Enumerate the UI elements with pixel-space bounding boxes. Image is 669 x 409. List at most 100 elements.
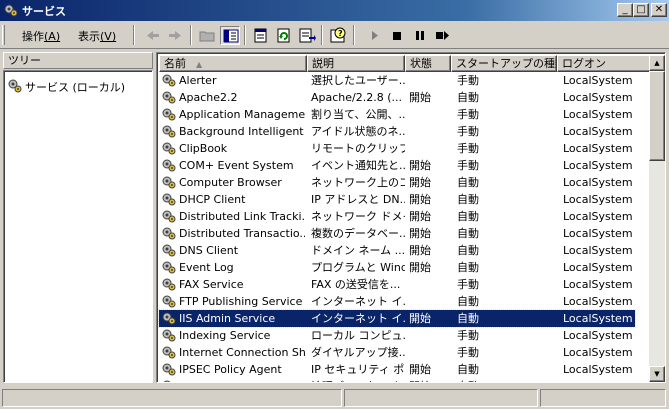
menu-grip [2, 25, 5, 45]
help-button[interactable]: ? [328, 26, 348, 45]
maximize-button[interactable]: □ [633, 3, 649, 17]
column-logon-label: ログオン [562, 57, 606, 70]
refresh-button[interactable] [274, 26, 294, 45]
service-logon: LocalSystem [563, 125, 633, 138]
service-row[interactable]: Alerter 選択したユーザー... 手動 LocalSystem [159, 72, 635, 89]
pause-service-button[interactable] [410, 26, 430, 45]
service-gear-icon [162, 278, 176, 291]
service-description: ダイヤルアップ接... [311, 346, 405, 359]
service-logon: LocalSystem [563, 193, 633, 206]
service-row[interactable]: IPSEC Policy Agent IP セキュリティ ポ... 開始 自動 Loca… [159, 361, 635, 378]
scroll-thumb[interactable] [649, 71, 665, 161]
service-row[interactable]: IIS Admin Service インターネット イ... 開始 自動 LocalSy… [158, 309, 636, 328]
minimize-button[interactable]: _ [617, 3, 633, 17]
service-row[interactable]: Internet Connection Sh... ダイヤルアップ接... 手動 Lo… [159, 344, 635, 361]
menu-action[interactable]: 操作(A) [20, 28, 62, 44]
column-header-status[interactable]: 状態 [405, 55, 451, 72]
vertical-scrollbar[interactable]: ▲ ▼ [649, 55, 665, 382]
service-name: Distributed Transactio... [179, 227, 305, 240]
scroll-down-button[interactable]: ▼ [649, 366, 665, 382]
service-logon: LocalSystem [563, 210, 633, 223]
tree-header: ツリー [3, 52, 153, 69]
service-logon: LocalSystem [563, 176, 633, 189]
service-logon: LocalSystem [563, 74, 633, 87]
close-button[interactable]: ✕ [651, 3, 667, 17]
service-startup-type: 手動 [457, 125, 479, 138]
service-row[interactable]: DNS Client ドメイン ネーム ... 開始 自動 LocalSystem [159, 242, 635, 259]
service-startup-type: 手動 [457, 74, 479, 87]
service-logon: LocalSystem [563, 363, 633, 376]
column-header-logon[interactable]: ログオン [557, 55, 651, 72]
show-hide-tree-button[interactable] [220, 26, 240, 45]
service-name: COM+ Event System [179, 159, 294, 172]
service-row[interactable]: Distributed Link Tracki... ネットワーク ドメイ... 開… [159, 208, 635, 225]
service-row[interactable]: Application Manageme... 割り当て、公開、... 手動 Loca… [159, 106, 635, 123]
service-row[interactable]: Background Intelligent ... アイドル状態のネ... 手動 L… [159, 123, 635, 140]
column-header-name[interactable]: 名前 ▲ [159, 55, 307, 72]
column-name-label: 名前 [164, 57, 186, 70]
services-gear-icon [8, 79, 22, 93]
service-description: 論理ディスク マネ... [311, 380, 405, 382]
show-hide-tree-icon [223, 29, 239, 43]
service-status [409, 108, 449, 122]
service-description: ドメイン ネーム ... [311, 244, 405, 257]
menu-action-accel: (A) [44, 30, 61, 43]
service-logon: LocalSystem [563, 142, 633, 155]
service-row[interactable]: COM+ Event System イベント通知先と... 開始 手動 LocalSys… [159, 157, 635, 174]
pause-icon [416, 31, 424, 40]
list-header: 名前 ▲ 説明 状態 スタートアップの種類 ログオン [159, 55, 651, 72]
service-startup-type: 手動 [457, 346, 479, 359]
service-row[interactable]: FAX Service FAX の送受信を... 手動 LocalSystem [159, 276, 635, 293]
column-header-description[interactable]: 説明 [307, 55, 405, 72]
column-header-startup[interactable]: スタートアップの種類 [451, 55, 557, 72]
service-row[interactable]: FTP Publishing Service インターネット イ... 自動 Loca… [159, 293, 635, 310]
service-name: Background Intelligent ... [179, 125, 305, 138]
service-status: 開始 [409, 227, 431, 240]
service-startup-type: 手動 [457, 278, 479, 291]
export-list-button[interactable] [297, 26, 317, 45]
scroll-up-button[interactable]: ▲ [649, 55, 665, 71]
toolbar-separator [244, 25, 246, 45]
service-logon: LocalSystem [563, 91, 633, 104]
status-bar [0, 386, 669, 409]
services-list: 名前 ▲ 説明 状態 スタートアップの種類 ログオン Alerter 選択したユーザ… [156, 52, 666, 383]
up-folder-button[interactable] [197, 26, 217, 45]
restart-service-button[interactable] [432, 26, 452, 45]
column-description-label: 説明 [312, 57, 334, 70]
service-row[interactable]: ClipBook リモートのクリップ... 手動 LocalSystem [159, 140, 635, 157]
service-description: FAX の送受信を... [311, 278, 401, 291]
service-row[interactable]: Apache2.2 Apache/2.2.8 (... 開始 自動 LocalSyste… [159, 89, 635, 106]
service-logon: LocalSystem [563, 346, 633, 359]
service-description: ネットワーク上のコ... [311, 176, 405, 189]
service-description: リモートのクリップ... [311, 142, 405, 155]
service-row[interactable]: Event Log プログラムと Wind... 開始 自動 LocalSystem [159, 259, 635, 276]
forward-button[interactable] [165, 26, 185, 45]
properties-button[interactable] [251, 26, 271, 45]
stop-service-button[interactable] [387, 26, 407, 45]
service-status: 開始 [409, 261, 431, 274]
start-service-button[interactable] [365, 26, 385, 45]
service-gear-icon [162, 159, 176, 172]
service-gear-icon [162, 193, 176, 206]
service-logon: LocalSystem [563, 295, 633, 308]
service-row[interactable]: Logical Disk Manager論理ディスク マネ...開始自動Loca… [159, 378, 635, 382]
service-gear-icon [163, 380, 171, 382]
service-row[interactable]: Computer Browser ネットワーク上のコ... 開始 自動 LocalSys… [159, 174, 635, 191]
toolbar-separator [190, 25, 192, 45]
service-row[interactable]: DHCP Client IP アドレスと DN... 開始 自動 LocalSystem [159, 191, 635, 208]
toolbar-separator [321, 25, 323, 45]
service-row[interactable]: Indexing Service ローカル コンピュ... 手動 LocalSyste… [159, 327, 635, 344]
service-row[interactable]: Distributed Transactio... 複数のデータベー... 開始 自動… [159, 225, 635, 242]
service-status: 開始 [409, 210, 431, 223]
title-bar: サービス _ □ ✕ [0, 0, 669, 21]
service-startup-type: 自動 [457, 210, 479, 223]
service-startup-type: 手動 [457, 108, 479, 121]
back-icon [147, 31, 159, 40]
service-startup-type: 自動 [457, 261, 479, 274]
service-name: ClipBook [179, 142, 228, 155]
back-button[interactable] [143, 26, 163, 45]
menu-view[interactable]: 表示(V) [76, 28, 118, 44]
service-startup-type: 自動 [457, 193, 479, 206]
service-description: アイドル状態のネ... [311, 125, 405, 138]
service-startup-type: 手動 [457, 329, 479, 342]
